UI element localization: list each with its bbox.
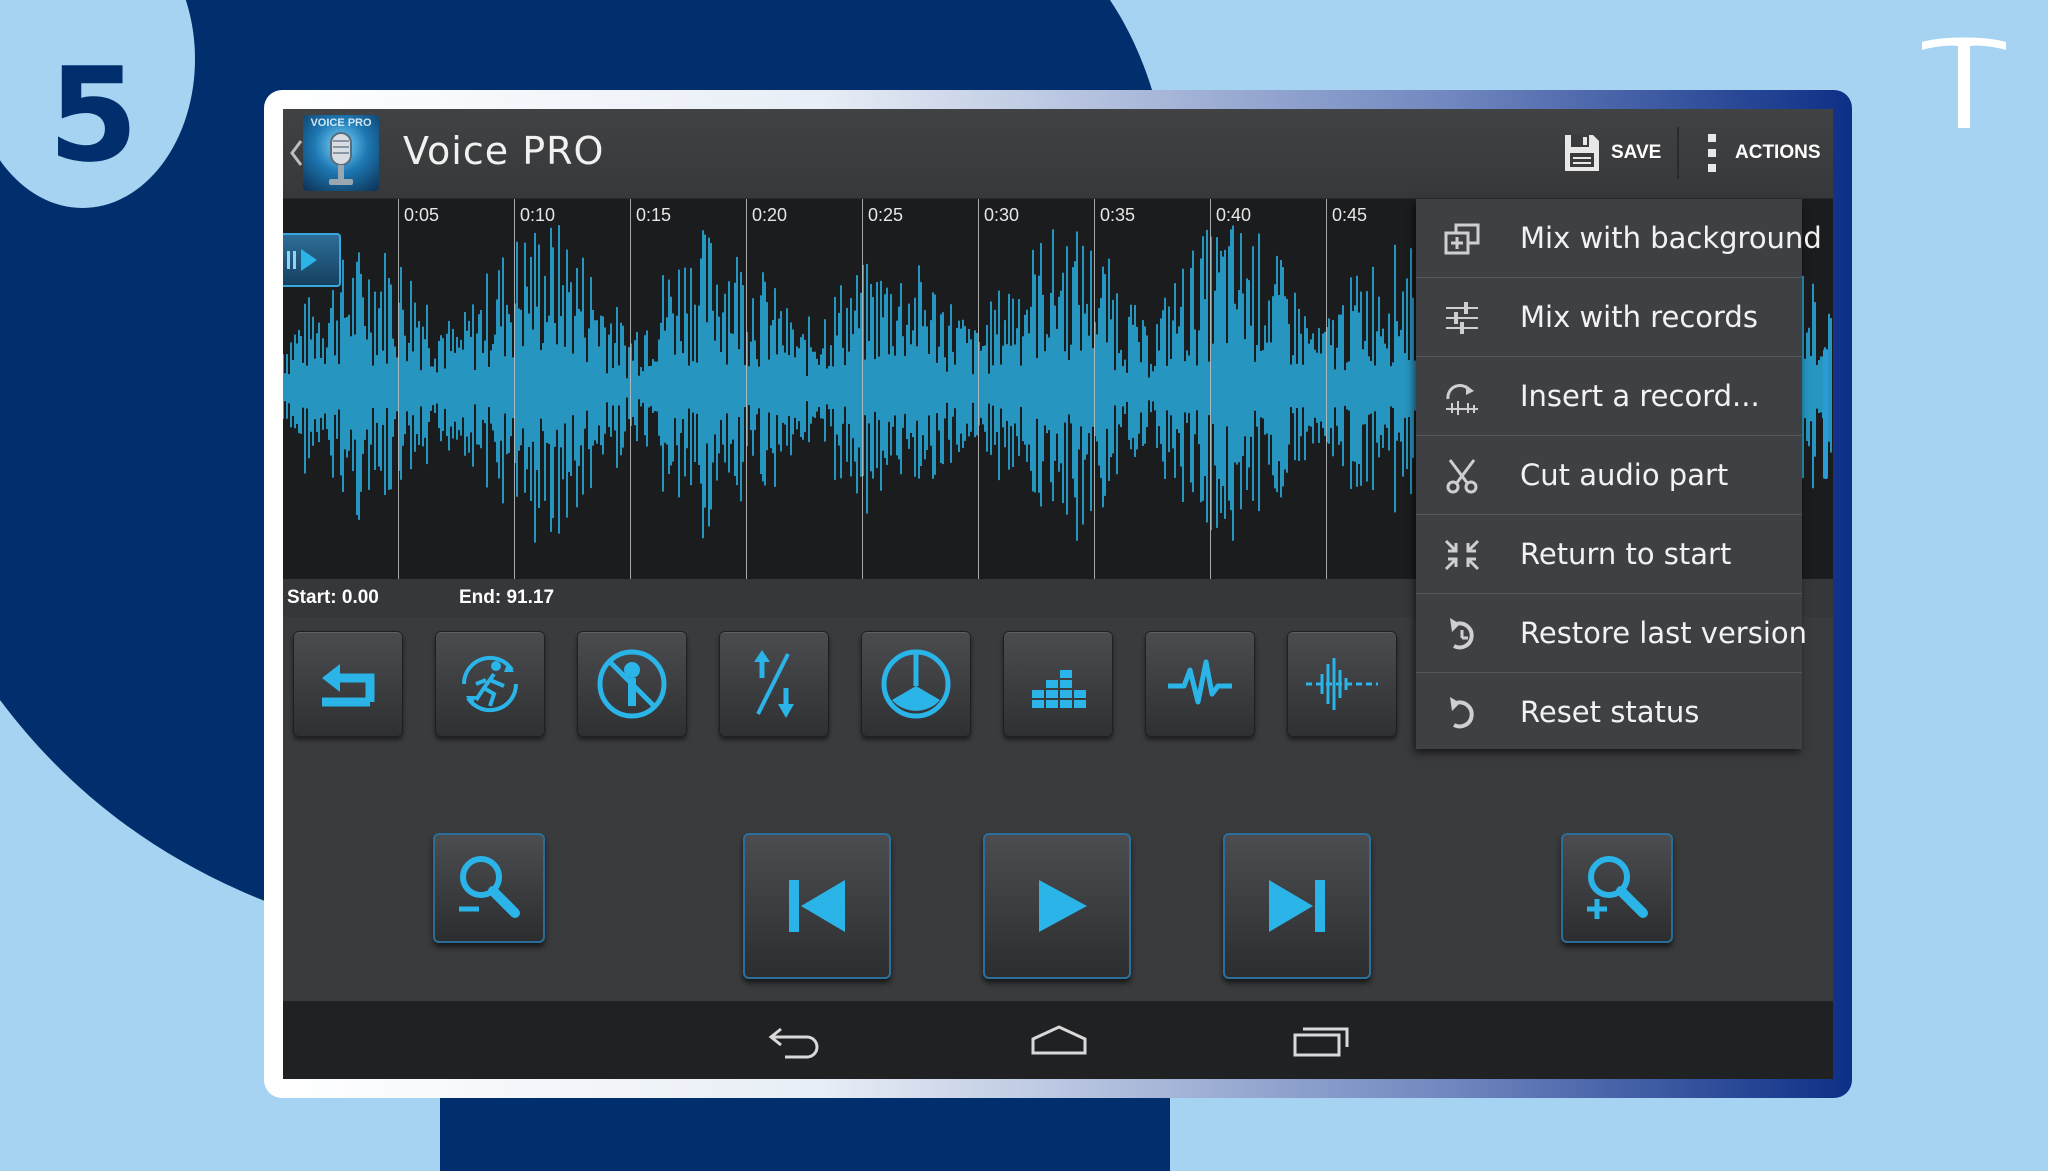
- mix-background-icon: [1444, 223, 1480, 255]
- actions-overflow-button[interactable]: ACTIONS: [1705, 127, 1821, 179]
- playhead-marker[interactable]: [283, 233, 341, 287]
- restore-icon: [1450, 618, 1474, 650]
- peace-icon: [881, 649, 951, 719]
- timeline-tick-line: [862, 199, 863, 579]
- compress-icon: [1444, 539, 1480, 571]
- selection-end: End: 91.17: [459, 587, 555, 608]
- floppy-disk-icon: [1565, 135, 1599, 171]
- pitch-button[interactable]: [719, 631, 829, 737]
- menu-item-mix-records[interactable]: Mix with records: [1416, 278, 1802, 357]
- zoom-out-button[interactable]: [433, 833, 545, 943]
- sliders-icon: [1446, 302, 1478, 334]
- timeline-tick-label: 0:20: [752, 205, 788, 225]
- menu-item-label: Restore last version: [1520, 616, 1807, 650]
- up-chevron-icon[interactable]: [289, 139, 303, 167]
- zoom-in-button[interactable]: [1561, 833, 1673, 943]
- insert-record-icon: [1446, 384, 1478, 415]
- menu-item-label: Return to start: [1520, 537, 1732, 571]
- menu-item-label: Insert a record...: [1520, 379, 1760, 413]
- skip-previous-icon: [789, 880, 845, 932]
- nav-recents-icon[interactable]: [1291, 1021, 1351, 1061]
- menu-item-mix-background[interactable]: Mix with background: [1416, 199, 1822, 278]
- play-icon: [1039, 880, 1087, 932]
- timeline-tick-label: 0:10: [520, 205, 556, 225]
- skip-previous-button[interactable]: [743, 833, 891, 979]
- equalizer-icon: [1032, 670, 1086, 708]
- waveform-scroll-indicator[interactable]: [1823, 349, 1828, 479]
- timeline-tick-label: 0:25: [868, 205, 904, 225]
- timeline-tick-label: 0:45: [1332, 205, 1368, 225]
- actions-label: ACTIONS: [1735, 142, 1821, 163]
- timeline-tick-label: 0:30: [984, 205, 1020, 225]
- undo-icon: [322, 664, 375, 707]
- timeline-tick-label: 0:35: [1100, 205, 1136, 225]
- menu-item-return-start[interactable]: Return to start: [1416, 515, 1802, 594]
- timeline-tick-line: [1326, 199, 1327, 579]
- action-bar: VOICE PRO Voice PRO SAVE ACTIONS: [283, 109, 1833, 199]
- timeline-tick-line: [630, 199, 631, 579]
- action-bar-divider: [1677, 127, 1679, 179]
- app-logo[interactable]: VOICE PRO: [303, 115, 379, 191]
- noise-button[interactable]: [1287, 631, 1397, 737]
- nav-back-icon[interactable]: [767, 1021, 823, 1061]
- reset-icon: [1450, 697, 1474, 729]
- save-button[interactable]: SAVE: [1563, 127, 1661, 179]
- undo-button[interactable]: [293, 631, 403, 737]
- menu-item-label: Mix with background: [1520, 221, 1822, 255]
- menu-item-cut-audio[interactable]: Cut audio part: [1416, 436, 1802, 515]
- tempo-button[interactable]: [435, 631, 545, 737]
- selection-start: Start: 0.00: [287, 587, 379, 608]
- timeline-tick-line: [398, 199, 399, 579]
- equalizer-button[interactable]: [1003, 631, 1113, 737]
- waveform-tool-button[interactable]: [1145, 631, 1255, 737]
- skip-next-button[interactable]: [1223, 833, 1371, 979]
- timeline-tick-line: [978, 199, 979, 579]
- noise-icon: [1306, 658, 1378, 710]
- play-button[interactable]: [983, 833, 1131, 979]
- brand-logo-icon: [1922, 37, 2006, 128]
- skip-next-icon: [1269, 880, 1325, 932]
- timeline-tick-label: 0:40: [1216, 205, 1252, 225]
- running-man-icon: [461, 655, 519, 713]
- vocal-remover-button[interactable]: [577, 631, 687, 737]
- timeline-tick-label: 0:05: [404, 205, 440, 225]
- zoom-in-icon: [1587, 856, 1648, 919]
- menu-item-label: Cut audio part: [1520, 458, 1729, 492]
- app-title: Voice PRO: [403, 129, 605, 173]
- logo-text: VOICE PRO: [310, 117, 372, 129]
- system-nav-bar: [283, 1001, 1833, 1079]
- timeline-tick-line: [514, 199, 515, 579]
- timeline-tick-label: 0:15: [636, 205, 672, 225]
- timeline-tick-line: [1094, 199, 1095, 579]
- timeline-tick-line: [1210, 199, 1211, 579]
- menu-item-insert-record[interactable]: Insert a record...: [1416, 357, 1802, 436]
- menu-item-label: Reset status: [1520, 695, 1700, 729]
- timeline-tick-line: [746, 199, 747, 579]
- menu-item-reset-status[interactable]: Reset status: [1416, 673, 1802, 751]
- zoom-out-icon: [459, 856, 520, 918]
- save-label: SAVE: [1611, 142, 1662, 163]
- menu-item-restore-version[interactable]: Restore last version: [1416, 594, 1807, 673]
- effects-button[interactable]: [861, 631, 971, 737]
- nav-home-icon[interactable]: [1029, 1021, 1089, 1061]
- scissors-icon: [1446, 459, 1478, 494]
- mic-off-icon: [597, 649, 667, 719]
- pitch-arrows-icon: [754, 650, 794, 718]
- waveform-icon: [1168, 659, 1232, 705]
- actions-dropdown-menu: Mix with background Mix with records Ins…: [1416, 199, 1822, 751]
- overflow-menu-icon: [1708, 134, 1716, 172]
- menu-item-label: Mix with records: [1520, 300, 1758, 334]
- play-marker-icon: [287, 249, 317, 271]
- step-number: 5: [48, 39, 139, 191]
- app-screen: VOICE PRO Voice PRO SAVE ACTIONS 0:05 0:…: [283, 109, 1833, 1079]
